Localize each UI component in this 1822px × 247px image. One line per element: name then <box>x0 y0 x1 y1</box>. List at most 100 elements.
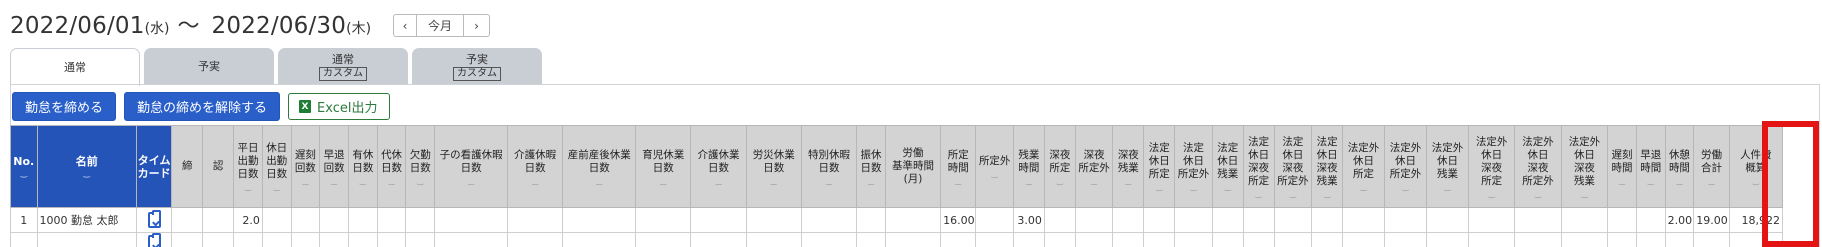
unclose-attendance-button[interactable]: 勤怠の締めを解除する <box>124 92 281 121</box>
next-month-button[interactable]: › <box>464 14 490 37</box>
table-cell <box>884 207 942 233</box>
column-header-28[interactable]: 法定 休日 所定外 ‿ <box>1174 125 1213 208</box>
sort-caret-icon: ‿ <box>244 182 252 191</box>
column-header-37[interactable]: 法定外 休日 深夜 所定外 ‿ <box>1514 125 1562 208</box>
table-cell <box>1242 232 1275 247</box>
prev-month-button[interactable]: ‹ <box>393 14 417 37</box>
column-header-23[interactable]: 残業 時間 ‿ <box>1012 125 1045 208</box>
tab-3[interactable]: 予実 カスタム <box>412 48 542 85</box>
end-date: 2022/06/30 <box>211 13 347 39</box>
column-header-12[interactable]: 子の看護休暇 日数 ‿ <box>434 125 509 208</box>
excel-export-button[interactable]: X Excel出力 <box>288 93 391 120</box>
table-cell: 19.00 <box>1693 207 1730 233</box>
column-header-21[interactable]: 所定 時間 ‿ <box>940 125 977 208</box>
column-header-17[interactable]: 労災休業 日数 ‿ <box>745 125 802 208</box>
column-header-33[interactable]: 法定外 休日 所定 ‿ <box>1342 125 1386 208</box>
column-header-8[interactable]: 早退 回数 ‿ <box>319 125 349 208</box>
column-header-35[interactable]: 法定外 休日 残業 ‿ <box>1426 125 1469 208</box>
sort-caret-icon: ‿ <box>1488 188 1495 198</box>
column-header-13[interactable]: 介護休暇 日数 ‿ <box>507 125 564 208</box>
column-header-label: 振休 日数 <box>860 148 882 174</box>
sort-caret-icon: ‿ <box>660 175 667 185</box>
table-cell <box>290 207 321 233</box>
table-cell <box>1514 207 1562 233</box>
column-header-26[interactable]: 深夜 残業 ‿ <box>1112 125 1145 208</box>
sort-caret-icon: ‿ <box>1618 175 1626 185</box>
column-header-32[interactable]: 法定 休日 深夜 残業 ‿ <box>1311 125 1344 208</box>
table-cell <box>1012 232 1045 247</box>
column-header-40[interactable]: 早退 時間 ‿ <box>1635 125 1666 208</box>
column-header-41[interactable]: 休憩 時間 ‿ <box>1664 125 1695 208</box>
sort-caret-icon: ‿ <box>1676 175 1683 185</box>
column-header-14[interactable]: 産前産後休業 日数 ‿ <box>562 125 637 208</box>
column-header-0[interactable]: No. ‿ <box>10 125 38 208</box>
column-header-42[interactable]: 労働 合計 ‿ <box>1693 125 1730 208</box>
table-cell <box>635 207 692 233</box>
clipboard-check-icon[interactable] <box>147 233 161 247</box>
column-header-label: 休憩 時間 <box>1668 148 1690 174</box>
column-header-7[interactable]: 遅刻 回数 ‿ <box>290 125 321 208</box>
sort-caret-icon: ‿ <box>867 175 875 185</box>
column-header-label: 法定外 休日 深夜 所定 <box>1475 135 1508 187</box>
column-header-34[interactable]: 法定外 休日 所定外 ‿ <box>1384 125 1427 208</box>
table-cell <box>856 207 886 233</box>
table-cell <box>745 232 802 247</box>
sort-caret-icon: ‿ <box>1224 182 1231 191</box>
column-header-2: タイム カード <box>135 125 173 208</box>
table-cell[interactable] <box>135 207 173 233</box>
column-header-5[interactable]: 平日 出勤 日数 ‿ <box>233 125 263 208</box>
column-header-label: 早退 時間 <box>1640 148 1662 174</box>
table-cell <box>290 232 321 247</box>
column-header-16[interactable]: 介護休業 日数 ‿ <box>690 125 747 208</box>
column-header-label: 法定外 休日 残業 <box>1431 142 1464 180</box>
table-cell <box>171 232 204 247</box>
column-header-11[interactable]: 欠勤 日数 ‿ <box>405 125 436 208</box>
sort-caret-icon: ‿ <box>1190 182 1197 191</box>
column-header-39[interactable]: 遅刻 時間 ‿ <box>1607 125 1637 208</box>
tab-0[interactable]: 通常 <box>10 48 140 86</box>
column-header-31[interactable]: 法定 休日 深夜 所定外 ‿ <box>1273 125 1313 208</box>
sort-caret-icon: ‿ <box>531 175 539 185</box>
sort-caret-icon: ‿ <box>715 175 722 185</box>
column-header-9[interactable]: 有休 日数 ‿ <box>347 125 378 208</box>
table-cell <box>1311 232 1344 247</box>
attendance-summary-table: No. ‿ 名前 ‿ タイム カード締認平日 出勤 日数 ‿ 休日 出勤 日数 ‿ 遅刻 回数 ‿… <box>10 125 1784 247</box>
period-range: 2022/06/01 (水) 〜 2022/06/30 (木) <box>10 8 371 42</box>
sort-caret-icon: ‿ <box>596 175 603 185</box>
tab-label: 通常 <box>332 52 354 66</box>
tab-2[interactable]: 通常 カスタム <box>278 48 408 85</box>
this-month-button[interactable]: 今月 <box>417 14 464 37</box>
column-header-label: 介護休暇 日数 <box>514 148 557 174</box>
clipboard-check-icon[interactable] <box>147 210 161 228</box>
column-header-38[interactable]: 法定外 休日 深夜 残業 ‿ <box>1560 125 1609 208</box>
column-header-19[interactable]: 振休 日数 ‿ <box>856 125 886 208</box>
column-header-24[interactable]: 深夜 所定 ‿ <box>1043 125 1076 208</box>
sort-caret-icon: ‿ <box>330 175 338 185</box>
column-header-27[interactable]: 法定 休日 所定 ‿ <box>1143 125 1176 208</box>
column-header-1[interactable]: 名前 ‿ <box>36 125 137 208</box>
column-header-36[interactable]: 法定外 休日 深夜 所定 ‿ <box>1467 125 1516 208</box>
table-cell <box>1514 232 1562 247</box>
column-header-18[interactable]: 特別休暇 日数 ‿ <box>800 125 858 208</box>
table-cell <box>202 207 235 233</box>
column-header-25[interactable]: 深夜 所定外 ‿ <box>1074 125 1114 208</box>
table-cell <box>376 232 407 247</box>
tab-1[interactable]: 予実 <box>144 48 274 85</box>
table-cell: 3.00 <box>1012 207 1045 233</box>
close-attendance-button[interactable]: 勤怠を締める <box>12 92 117 121</box>
table-row: 1 1000 勤怠 太郎 2.0 16.00 3.00 2.00 19.00 18,922 <box>10 207 1784 233</box>
column-header-label: 深夜 所定外 <box>1078 148 1110 174</box>
table-cell <box>10 232 38 247</box>
table-cell <box>800 207 858 233</box>
column-header-label: 残業 時間 <box>1018 148 1040 174</box>
table-cell <box>1143 207 1176 233</box>
column-header-10[interactable]: 代休 日数 ‿ <box>376 125 407 208</box>
column-header-29[interactable]: 法定 休日 残業 ‿ <box>1211 125 1244 208</box>
labor-cost-highlight-box <box>1762 121 1819 247</box>
column-header-22[interactable]: 所定外 ‿ <box>975 125 1014 208</box>
column-header-6[interactable]: 休日 出勤 日数 ‿ <box>261 125 292 208</box>
column-header-30[interactable]: 法定 休日 深夜 所定 ‿ <box>1242 125 1275 208</box>
start-date: 2022/06/01 <box>10 13 145 39</box>
column-header-4: 認 <box>202 125 235 208</box>
column-header-15[interactable]: 育児休業 日数 ‿ <box>635 125 692 208</box>
